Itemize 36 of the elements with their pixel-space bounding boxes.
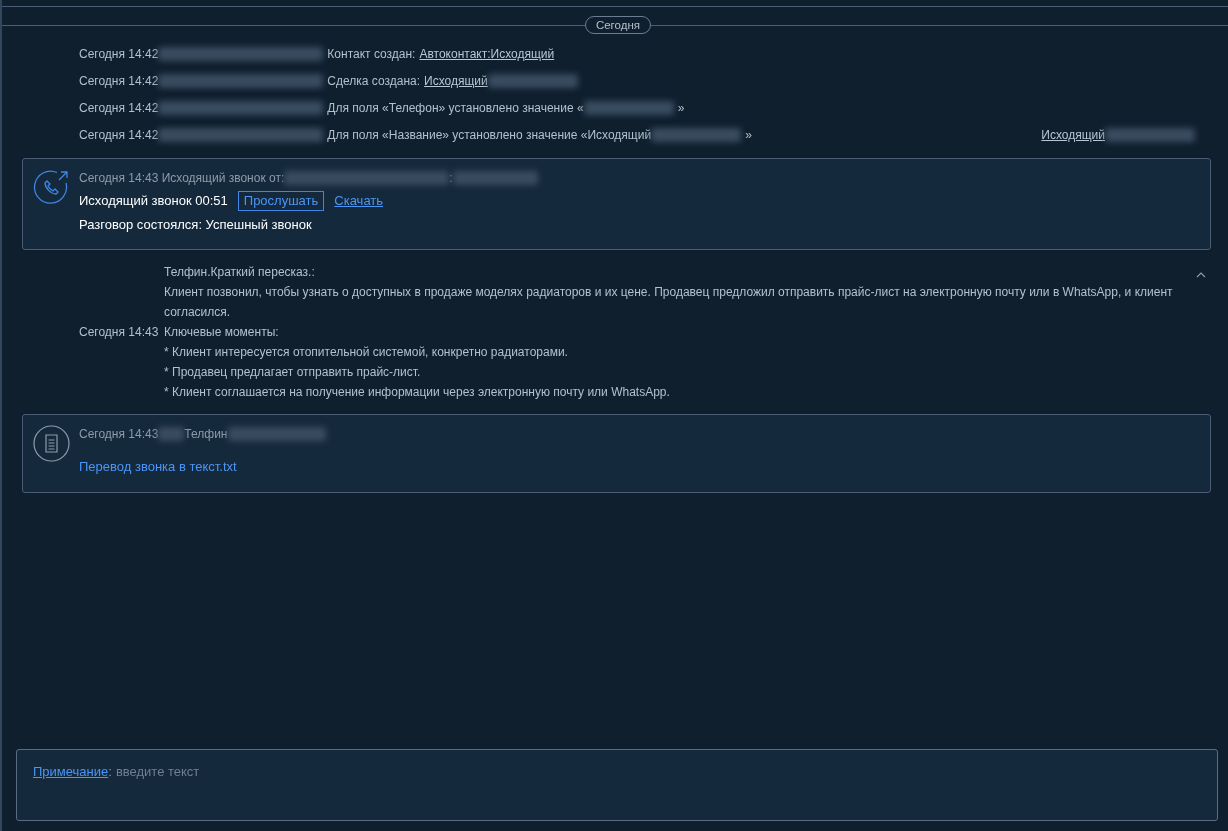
note-input[interactable]: введите текст [115, 762, 1201, 782]
document-icon [33, 424, 70, 462]
event-time: Сегодня 14:42 [79, 126, 159, 144]
call-result: Разговор состоялся: Успешный звонок [79, 216, 313, 234]
call-title: Исходящий звонок 00:51 [79, 192, 228, 211]
author-text: Телфин [184, 425, 228, 443]
summary-heading: Телфин.Краткий пересказ.: [164, 263, 316, 281]
event-text: » [677, 99, 685, 117]
outgoing-call-icon [33, 169, 70, 206]
event-time: Сегодня 14:42 [79, 45, 159, 63]
event-text: » [745, 126, 752, 144]
points-heading: Ключевые моменты: [164, 323, 280, 341]
download-link[interactable]: Скачать [334, 191, 384, 211]
separator-text: : [108, 763, 112, 781]
point-text: * Клиент соглашается на получение информации через электронную почту или WhatsApp. [164, 383, 671, 401]
event-link[interactable]: Исходящий [1041, 125, 1105, 144]
separator-text: : [449, 170, 453, 187]
event-link[interactable]: Исходящий [424, 71, 488, 90]
summary-time: Сегодня 14:43 [78, 323, 160, 341]
point-text: * Продавец предлагает отправить прайс-лист. [164, 363, 422, 381]
event-text: Для поля «Название» установлено значение «Исходящий [327, 126, 652, 144]
event-link[interactable]: Автоконтакт:Исходящий [419, 44, 555, 63]
summary-text: Клиент позвонил, чтобы узнать о доступных в продаже моделях радиаторов и их цене. Продавец предложил отправить прайс-лист на электронную почту или в WhatsApp, и клиент согласился. [164, 283, 1174, 321]
event-text: Сделка создана: [327, 72, 421, 90]
file-link[interactable]: Перевод звонка в текст.txt [79, 456, 237, 476]
event-time: Сегодня 14:42 [79, 99, 159, 117]
event-text: Для поля «Телефон» установлено значение « [327, 99, 584, 117]
point-text: * Клиент интересуется отопительной системой, конкретно радиаторами. [164, 343, 569, 361]
file-meta: Сегодня 14:43 [79, 425, 159, 443]
redacted-text [158, 426, 185, 441]
event-text: Контакт создан: [327, 45, 416, 63]
event-time: Сегодня 14:42 [79, 72, 159, 90]
collapse-icon[interactable] [1196, 271, 1206, 280]
note-field[interactable]: Примечание: введите текст [16, 749, 1218, 821]
call-meta: Сегодня 14:43 Исходящий звонок от: [79, 170, 285, 187]
listen-button[interactable]: Прослушать [237, 191, 325, 211]
